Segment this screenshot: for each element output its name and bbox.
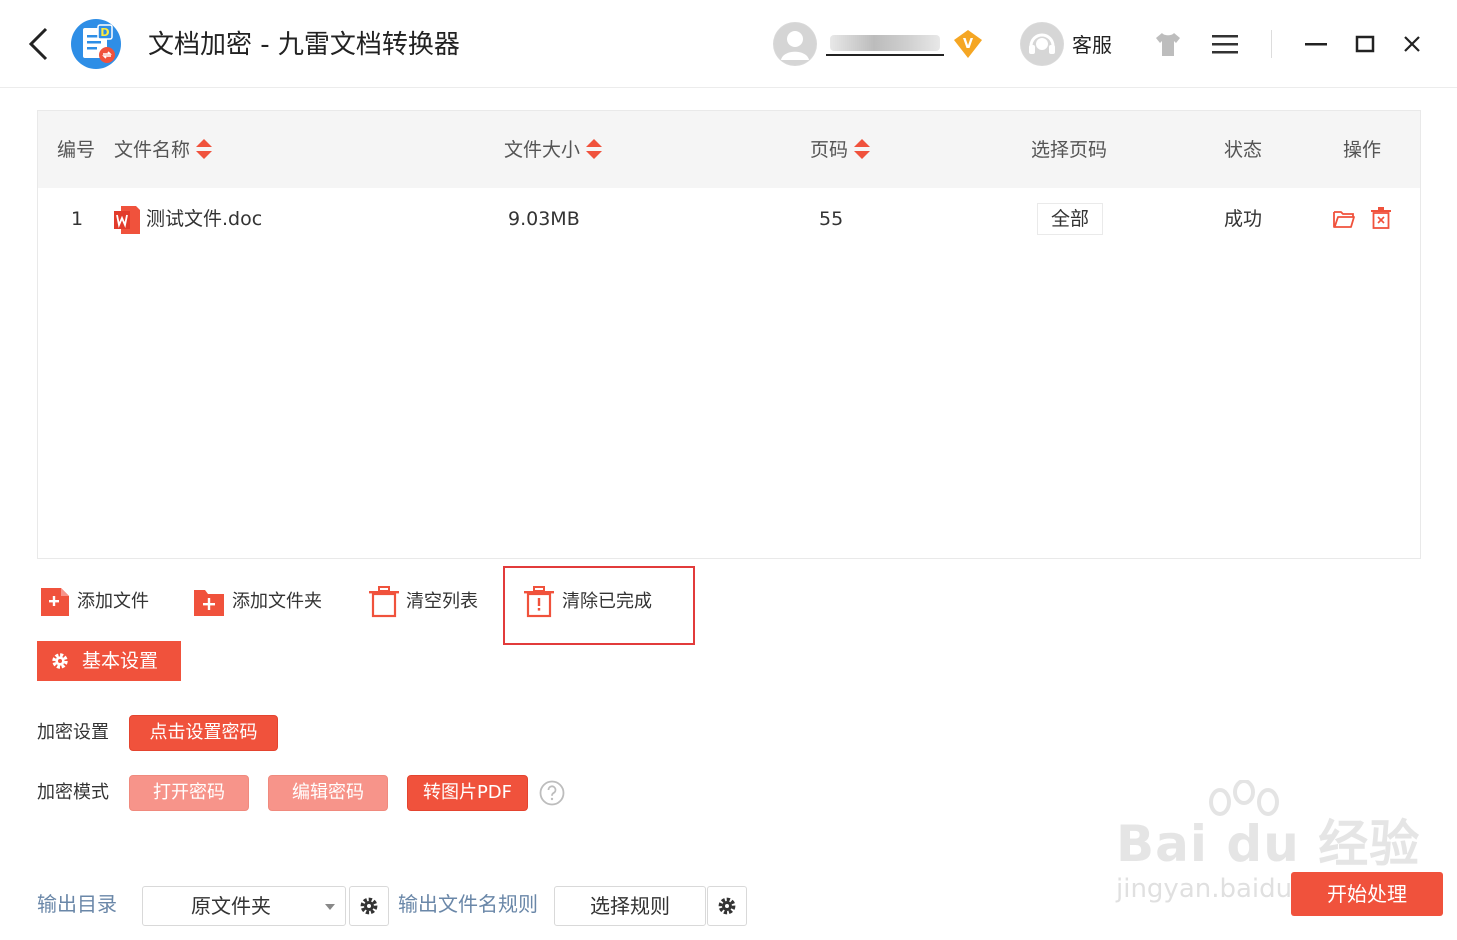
trash-icon bbox=[369, 586, 399, 618]
add-folder-button[interactable]: 添加文件夹 bbox=[194, 586, 334, 618]
customer-service-label[interactable]: 客服 bbox=[1072, 30, 1112, 60]
output-dir-value: 原文件夹 bbox=[191, 894, 271, 918]
row-file-size: 9.03MB bbox=[508, 208, 580, 230]
add-file-label: 添加文件 bbox=[77, 591, 149, 612]
add-file-button[interactable]: 添加文件 bbox=[41, 586, 161, 618]
col-name-label: 文件名称 bbox=[114, 139, 191, 161]
row-index: 1 bbox=[71, 208, 84, 230]
skin-shirt-icon[interactable] bbox=[1153, 30, 1183, 58]
mode-edit-password-button[interactable]: 编辑密码 bbox=[268, 775, 388, 811]
gear-icon bbox=[718, 897, 736, 915]
set-password-button[interactable]: 点击设置密码 bbox=[129, 715, 278, 751]
select-rule-button[interactable]: 选择规则 bbox=[554, 886, 706, 926]
output-dir-settings-button[interactable] bbox=[349, 886, 389, 926]
rule-settings-button[interactable] bbox=[707, 886, 747, 926]
filename-rule-label: 输出文件名规则 bbox=[398, 892, 538, 916]
table-header: 编号 文件名称 文件大小 页码 选择页码 状态 操作 bbox=[38, 111, 1420, 188]
clear-completed-label: 清除已完成 bbox=[562, 591, 652, 612]
vip-badge-icon[interactable]: V bbox=[952, 28, 984, 60]
col-index: 编号 bbox=[57, 139, 96, 161]
col-pages-label: 页码 bbox=[810, 139, 849, 161]
page-range-input[interactable]: 全部 bbox=[1037, 203, 1103, 235]
col-actions: 操作 bbox=[1343, 139, 1382, 161]
basic-settings-label: 基本设置 bbox=[82, 650, 159, 672]
mode-open-password-button[interactable]: 打开密码 bbox=[129, 775, 249, 811]
app-logo-icon: D bbox=[71, 19, 121, 69]
sort-icon[interactable] bbox=[196, 138, 213, 160]
mode-image-pdf-button[interactable]: 转图片PDF bbox=[407, 775, 528, 811]
help-question-icon[interactable] bbox=[539, 780, 565, 806]
col-pages[interactable]: 页码 bbox=[810, 136, 871, 164]
user-avatar[interactable] bbox=[773, 22, 817, 66]
minimize-icon[interactable] bbox=[1303, 32, 1329, 56]
close-icon[interactable] bbox=[1400, 32, 1424, 56]
username-redaction bbox=[830, 35, 940, 51]
gear-icon bbox=[52, 653, 68, 669]
col-size[interactable]: 文件大小 bbox=[504, 136, 603, 164]
word-doc-icon bbox=[114, 206, 140, 234]
sort-icon[interactable] bbox=[586, 138, 603, 160]
col-status: 状态 bbox=[1224, 139, 1263, 161]
user-silhouette-icon bbox=[774, 23, 816, 65]
encrypt-settings-label: 加密设置 bbox=[37, 722, 109, 743]
col-name[interactable]: 文件名称 bbox=[114, 136, 213, 164]
svg-text:V: V bbox=[963, 37, 973, 52]
table-row[interactable]: 1 测试文件.doc 9.03MB 55 全部 成功 bbox=[38, 188, 1420, 252]
output-dir-label: 输出目录 bbox=[37, 892, 117, 916]
add-file-icon bbox=[41, 588, 69, 616]
col-select-pages: 选择页码 bbox=[1031, 139, 1108, 161]
chevron-down-icon bbox=[325, 904, 335, 910]
add-folder-label: 添加文件夹 bbox=[232, 591, 322, 612]
watermark-brand: Bai du 经验 bbox=[1116, 815, 1421, 873]
add-folder-icon bbox=[194, 590, 224, 616]
row-pages: 55 bbox=[819, 208, 844, 230]
svg-text:D: D bbox=[100, 26, 109, 39]
file-table: 编号 文件名称 文件大小 页码 选择页码 状态 操作 1 测试文件.doc 9.… bbox=[37, 110, 1421, 559]
output-dir-select[interactable]: 原文件夹 bbox=[142, 886, 346, 926]
window-title: 文档加密 - 九雷文档转换器 bbox=[148, 30, 460, 60]
sort-icon[interactable] bbox=[854, 138, 871, 160]
maximize-icon[interactable] bbox=[1353, 32, 1377, 56]
username-blurred[interactable] bbox=[826, 30, 944, 56]
menu-hamburger-icon[interactable] bbox=[1211, 32, 1239, 56]
headset-icon bbox=[1021, 23, 1063, 65]
open-folder-icon[interactable] bbox=[1332, 207, 1356, 231]
back-arrow-icon[interactable] bbox=[26, 26, 52, 62]
titlebar-divider bbox=[1271, 30, 1272, 58]
encrypt-mode-label: 加密模式 bbox=[37, 782, 109, 803]
basic-settings-button[interactable]: 基本设置 bbox=[37, 641, 181, 681]
start-process-button[interactable]: 开始处理 bbox=[1291, 872, 1443, 916]
row-file-name: 测试文件.doc bbox=[146, 208, 263, 230]
title-bar: D 文档加密 - 九雷文档转换器 V 客服 bbox=[0, 0, 1457, 88]
col-size-label: 文件大小 bbox=[504, 139, 581, 161]
row-status: 成功 bbox=[1224, 208, 1263, 230]
clear-list-label: 清空列表 bbox=[406, 591, 478, 612]
gear-icon bbox=[360, 897, 378, 915]
clear-completed-button[interactable]: 清除已完成 bbox=[524, 586, 664, 618]
clear-list-button[interactable]: 清空列表 bbox=[369, 586, 489, 618]
delete-icon[interactable] bbox=[1370, 206, 1392, 230]
customer-service-icon[interactable] bbox=[1020, 22, 1064, 66]
trash-clear-icon bbox=[524, 586, 554, 618]
